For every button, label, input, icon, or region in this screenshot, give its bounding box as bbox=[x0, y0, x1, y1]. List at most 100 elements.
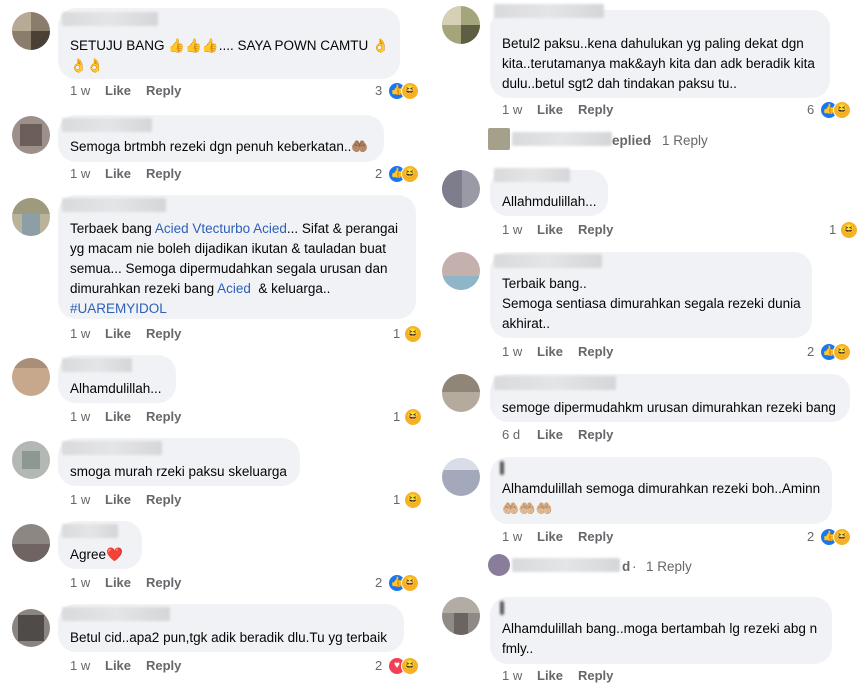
comment-time[interactable]: 1 w bbox=[70, 492, 90, 507]
reaction-count[interactable]: 1 😆 bbox=[392, 408, 424, 426]
reaction-count[interactable]: 6 👍 😆 bbox=[806, 101, 852, 119]
view-replies-link[interactable]: eplied · 1 Reply bbox=[486, 128, 786, 152]
like-button[interactable]: Like bbox=[537, 668, 563, 683]
reply-button[interactable]: Reply bbox=[146, 575, 181, 590]
author-name-blurred[interactable] bbox=[62, 358, 132, 372]
reaction-count[interactable]: 2 👍 😆 bbox=[806, 528, 852, 546]
avatar[interactable] bbox=[442, 458, 480, 496]
like-button[interactable]: Like bbox=[105, 658, 131, 673]
comment-time[interactable]: 1 w bbox=[70, 409, 90, 424]
comment-actions: 1 w Like Reply bbox=[502, 222, 832, 240]
avatar[interactable] bbox=[12, 116, 50, 154]
like-button[interactable]: Like bbox=[105, 166, 131, 181]
author-name-blurred[interactable] bbox=[500, 461, 504, 475]
reaction-count[interactable]: 1 😆 bbox=[828, 221, 860, 239]
author-name-blurred[interactable] bbox=[62, 12, 158, 26]
reply-button[interactable]: Reply bbox=[146, 409, 181, 424]
like-button[interactable]: Like bbox=[537, 344, 563, 359]
comment-actions: 1 w Like Reply bbox=[70, 409, 400, 427]
reply-button[interactable]: Reply bbox=[578, 529, 613, 544]
tagged-user-link[interactable]: Acied bbox=[217, 281, 251, 296]
reply-button[interactable]: Reply bbox=[578, 344, 613, 359]
reaction-count[interactable]: 1 😆 bbox=[392, 491, 424, 509]
avatar[interactable] bbox=[442, 170, 480, 208]
like-button[interactable]: Like bbox=[537, 529, 563, 544]
reply-button[interactable]: Reply bbox=[146, 166, 181, 181]
comment-time[interactable]: 1 w bbox=[502, 529, 522, 544]
view-replies-link[interactable]: d · 1 Reply bbox=[486, 554, 786, 578]
reply-button[interactable]: Reply bbox=[578, 222, 613, 237]
reaction-count[interactable]: 1 😆 bbox=[392, 325, 424, 343]
like-button[interactable]: Like bbox=[105, 575, 131, 590]
author-name-blurred[interactable] bbox=[494, 4, 604, 18]
comment-actions: 1 w Like Reply bbox=[70, 658, 400, 676]
like-button[interactable]: Like bbox=[105, 83, 131, 98]
like-button[interactable]: Like bbox=[105, 409, 131, 424]
comment-time[interactable]: 6 d bbox=[502, 427, 520, 442]
reply-button[interactable]: Reply bbox=[578, 102, 613, 117]
avatar[interactable] bbox=[12, 441, 50, 479]
comment-bubble: Betul cid..apa2 pun,tgk adik beradik dlu… bbox=[58, 604, 404, 652]
comment-text: semoge dipermudahkm urusan dimurahkan re… bbox=[502, 400, 836, 415]
author-name-blurred[interactable] bbox=[494, 168, 570, 182]
avatar[interactable] bbox=[12, 198, 50, 236]
like-button[interactable]: Like bbox=[105, 326, 131, 341]
author-name-blurred[interactable] bbox=[62, 441, 162, 455]
reaction-count[interactable]: 2 ♥ 😆 bbox=[374, 657, 420, 675]
comment-bubble: Agree❤️ bbox=[58, 521, 142, 569]
reaction-count[interactable]: 2 👍 😆 bbox=[374, 165, 420, 183]
author-name-blurred[interactable] bbox=[494, 254, 602, 268]
avatar[interactable] bbox=[12, 12, 50, 50]
avatar[interactable] bbox=[442, 6, 480, 44]
like-button[interactable]: Like bbox=[537, 102, 563, 117]
comment-text: smoga murah rzeki paksu skeluarga bbox=[70, 464, 287, 479]
like-button[interactable]: Like bbox=[537, 222, 563, 237]
avatar[interactable] bbox=[442, 597, 480, 635]
like-button[interactable]: Like bbox=[105, 492, 131, 507]
haha-icon: 😆 bbox=[401, 657, 419, 675]
haha-icon: 😆 bbox=[833, 528, 851, 546]
comment-time[interactable]: 1 w bbox=[70, 658, 90, 673]
haha-icon: 😆 bbox=[833, 343, 851, 361]
comment-time[interactable]: 1 w bbox=[502, 668, 522, 683]
haha-icon: 😆 bbox=[840, 221, 858, 239]
reply-button[interactable]: Reply bbox=[146, 326, 181, 341]
reply-button[interactable]: Reply bbox=[578, 668, 613, 683]
avatar[interactable] bbox=[12, 609, 50, 647]
comment-time[interactable]: 1 w bbox=[70, 326, 90, 341]
reply-button[interactable]: Reply bbox=[578, 427, 613, 442]
comment-time[interactable]: 1 w bbox=[70, 575, 90, 590]
tagged-user-link[interactable]: Acied Vtecturbo Acied bbox=[155, 221, 287, 236]
comment-text: Alhamdulillah... bbox=[70, 381, 162, 396]
author-name-blurred[interactable] bbox=[62, 607, 170, 621]
author-name-blurred[interactable] bbox=[62, 118, 152, 132]
reaction-count[interactable]: 2 👍 😆 bbox=[806, 343, 852, 361]
author-name-blurred[interactable] bbox=[62, 524, 118, 538]
author-name-blurred[interactable] bbox=[62, 198, 166, 212]
author-name-blurred[interactable] bbox=[500, 601, 504, 615]
comment-time[interactable]: 1 w bbox=[70, 83, 90, 98]
reply-button[interactable]: Reply bbox=[146, 492, 181, 507]
reply-button[interactable]: Reply bbox=[146, 83, 181, 98]
comment-bubble: Alhamdulillah semoga dimurahkan rezeki b… bbox=[490, 457, 832, 524]
comment-time[interactable]: 1 w bbox=[70, 166, 90, 181]
comment-time[interactable]: 1 w bbox=[502, 222, 522, 237]
author-name-blurred[interactable] bbox=[494, 376, 616, 390]
hashtag-link[interactable]: #UAREMYIDOL bbox=[70, 301, 167, 316]
reply-author-avatar bbox=[488, 128, 510, 150]
avatar[interactable] bbox=[442, 374, 480, 412]
reaction-count[interactable]: 2 👍 😆 bbox=[374, 574, 420, 592]
reaction-count[interactable]: 3 👍 😆 bbox=[374, 82, 420, 100]
like-button[interactable]: Like bbox=[537, 427, 563, 442]
comment-time[interactable]: 1 w bbox=[502, 102, 522, 117]
comment-text: Terbaek bang Acied Vtecturbo Acied... Si… bbox=[70, 221, 398, 316]
reply-button[interactable]: Reply bbox=[146, 658, 181, 673]
haha-icon: 😆 bbox=[401, 574, 419, 592]
comment-text: Alhamdulillah semoga dimurahkan rezeki b… bbox=[502, 481, 821, 516]
avatar[interactable] bbox=[12, 358, 50, 396]
haha-icon: 😆 bbox=[404, 408, 422, 426]
comment-time[interactable]: 1 w bbox=[502, 344, 522, 359]
avatar[interactable] bbox=[12, 524, 50, 562]
avatar[interactable] bbox=[442, 252, 480, 290]
comment-text: Alhamdulillah bang..moga bertambah lg re… bbox=[502, 621, 818, 656]
